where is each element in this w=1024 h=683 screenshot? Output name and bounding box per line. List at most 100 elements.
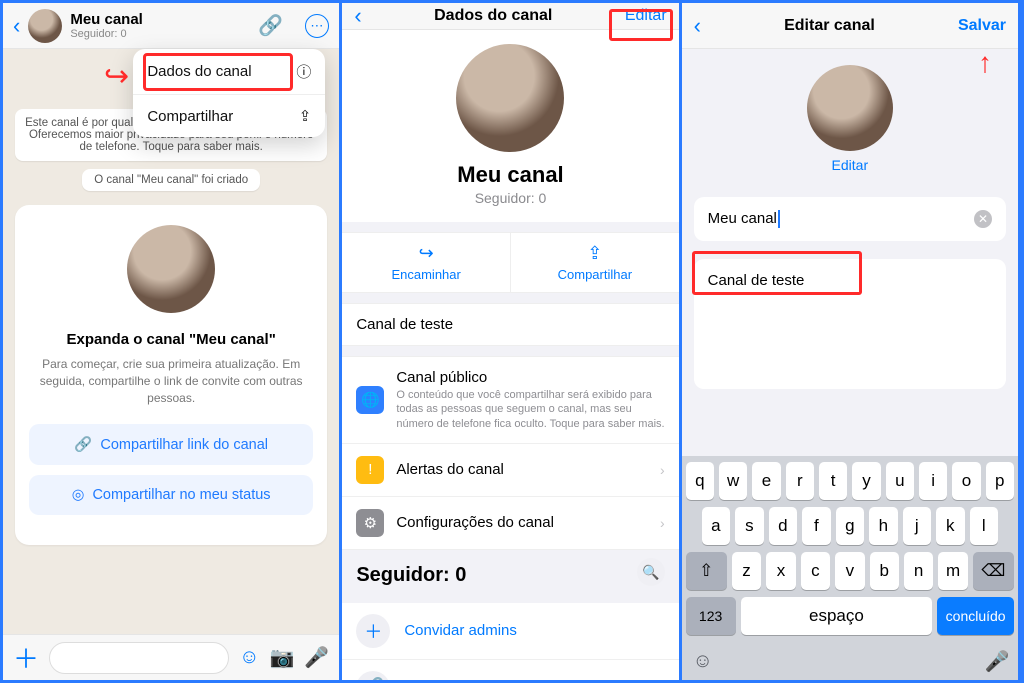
message-input[interactable] [49, 642, 229, 674]
channel-avatar-editable[interactable] [807, 65, 893, 151]
page-title: Dados do canal [434, 7, 552, 25]
done-key[interactable]: concluído [937, 597, 1014, 635]
key-a[interactable]: a [702, 507, 730, 545]
menu-item-label: Dados do canal [147, 63, 251, 80]
share-link-button[interactable]: 🔗 Compartilhar link do canal [29, 424, 313, 465]
key-i[interactable]: i [919, 462, 947, 500]
info-header: ‹ Dados do canal Editar [342, 3, 678, 30]
composer-bar: ＋ ☺ 📷 🎤 [3, 634, 339, 680]
menu-item-label: Compartilhar [147, 108, 233, 125]
name-field[interactable]: Meu canal ✕ [694, 197, 1006, 241]
space-key[interactable]: espaço [741, 597, 933, 635]
plus-icon: ＋ [356, 614, 390, 648]
menu-share[interactable]: Compartilhar ⇪ [133, 95, 325, 137]
description-cell[interactable]: Canal de teste [342, 304, 678, 345]
key-p[interactable]: p [986, 462, 1014, 500]
followers-title: Seguidor: 0 [356, 550, 466, 595]
key-k[interactable]: k [936, 507, 964, 545]
created-notice: O canal "Meu canal" foi criado [82, 169, 260, 191]
key-j[interactable]: j [903, 507, 931, 545]
channel-avatar-large[interactable] [456, 44, 564, 152]
public-channel-cell[interactable]: 🌐 Canal público O conteúdo que você comp… [342, 357, 678, 444]
share-status-button[interactable]: ◎ Compartilhar no meu status [29, 475, 313, 515]
link-icon[interactable]: 🔗 [258, 13, 283, 38]
backspace-key[interactable]: ⌫ [973, 552, 1014, 590]
keyboard-bottom: ☺ 🎤 [686, 642, 1014, 676]
chevron-right-icon: › [660, 462, 665, 478]
sticker-icon[interactable]: ☺ [239, 646, 259, 669]
key-r[interactable]: r [786, 462, 814, 500]
search-icon[interactable]: 🔍 [637, 558, 665, 586]
invite-admins-row[interactable]: ＋ Convidar admins [342, 603, 678, 660]
key-d[interactable]: d [769, 507, 797, 545]
mic-icon[interactable]: 🎤 [304, 645, 329, 670]
keyboard-row-2: asdfghjkl [686, 507, 1014, 545]
key-q[interactable]: q [686, 462, 714, 500]
desc-field-group: Canal de teste [694, 259, 1006, 389]
key-s[interactable]: s [735, 507, 763, 545]
save-button[interactable]: Salvar [958, 17, 1006, 35]
clear-icon[interactable]: ✕ [974, 210, 992, 228]
button-label: Compartilhar link do canal [100, 437, 268, 453]
gear-icon: ⚙ [356, 509, 384, 537]
key-t[interactable]: t [819, 462, 847, 500]
chat-title: Meu canal [70, 11, 143, 28]
camera-icon[interactable]: 📷 [270, 645, 295, 670]
key-y[interactable]: y [852, 462, 880, 500]
channel-link-row[interactable]: 🔗 Link do canal [342, 660, 678, 680]
info-icon: ⓘ [296, 61, 311, 82]
shift-key[interactable]: ⇧ [686, 552, 727, 590]
chat-header: ‹ Meu canal Seguidor: 0 🔗 ⋯ [3, 3, 339, 49]
globe-icon: 🌐 [356, 386, 384, 414]
card-title: Expanda o canal "Meu canal" [29, 331, 313, 348]
key-o[interactable]: o [952, 462, 980, 500]
key-l[interactable]: l [970, 507, 998, 545]
cell-detail: O conteúdo que você compartilhar será ex… [396, 388, 664, 431]
back-icon[interactable]: ‹ [13, 13, 20, 39]
key-v[interactable]: v [835, 552, 864, 590]
cell-title: Canal público [396, 369, 664, 386]
edit-profile-block: Editar [682, 49, 1018, 179]
emoji-icon[interactable]: ☺ [688, 646, 718, 676]
key-h[interactable]: h [869, 507, 897, 545]
key-f[interactable]: f [802, 507, 830, 545]
row-label: Link do canal [404, 679, 492, 680]
followers-header: Seguidor: 0 🔍 [342, 550, 678, 603]
menu-channel-info[interactable]: Dados do canal ⓘ [133, 49, 325, 95]
row-label: Convidar admins [404, 622, 517, 639]
share-icon: ⇪ [511, 243, 679, 264]
attach-icon[interactable]: ＋ [13, 639, 39, 676]
status-icon: ◎ [72, 487, 85, 503]
key-g[interactable]: g [836, 507, 864, 545]
text-cursor [778, 210, 780, 228]
more-icon[interactable]: ⋯ [305, 14, 329, 38]
forward-button[interactable]: ↪ Encaminhar [342, 233, 510, 292]
mic-icon[interactable]: 🎤 [982, 646, 1012, 676]
key-c[interactable]: c [801, 552, 830, 590]
page-title: Editar canal [784, 17, 875, 35]
keyboard-row-3: ⇧ zxcvbnm⌫ [686, 552, 1014, 590]
description-field[interactable]: Canal de teste [694, 259, 1006, 302]
chat-title-block[interactable]: Meu canal Seguidor: 0 [70, 11, 143, 40]
back-icon[interactable]: ‹ [354, 3, 361, 29]
pane-channel-info: ‹ Dados do canal Editar Meu canal Seguid… [342, 3, 681, 680]
channel-avatar-small[interactable] [28, 9, 62, 43]
share-button[interactable]: ⇪ Compartilhar [511, 233, 679, 292]
edit-photo-link[interactable]: Editar [682, 157, 1018, 173]
key-b[interactable]: b [870, 552, 899, 590]
back-icon[interactable]: ‹ [694, 13, 701, 39]
key-z[interactable]: z [732, 552, 761, 590]
key-n[interactable]: n [904, 552, 933, 590]
settings-cell[interactable]: ⚙ Configurações do canal › [342, 497, 678, 549]
key-x[interactable]: x [766, 552, 795, 590]
action-label: Compartilhar [558, 267, 632, 282]
key-w[interactable]: w [719, 462, 747, 500]
key-u[interactable]: u [886, 462, 914, 500]
numbers-key[interactable]: 123 [686, 597, 736, 635]
alerts-cell[interactable]: ! Alertas do canal › [342, 444, 678, 497]
edit-button[interactable]: Editar [625, 7, 667, 25]
action-label: Encaminhar [391, 267, 460, 282]
key-m[interactable]: m [938, 552, 967, 590]
chevron-right-icon: › [660, 515, 665, 531]
key-e[interactable]: e [752, 462, 780, 500]
